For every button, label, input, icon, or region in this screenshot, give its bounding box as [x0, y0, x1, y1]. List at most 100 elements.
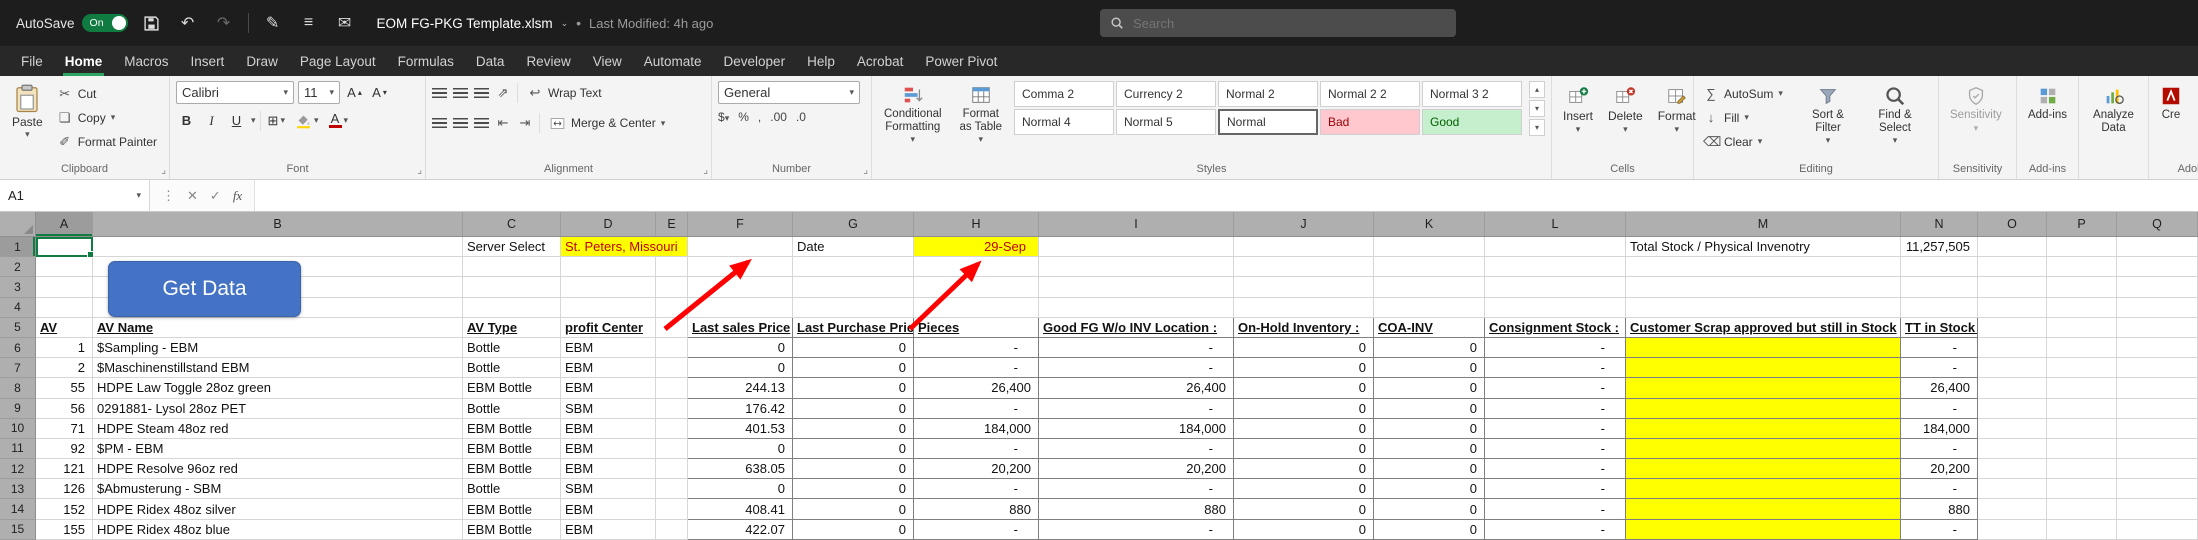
cell-P10[interactable]: [2047, 419, 2117, 439]
cell-N13[interactable]: -: [1901, 479, 1978, 499]
paste-button[interactable]: Paste ▾: [6, 81, 49, 142]
cell-N12[interactable]: 20,200: [1901, 459, 1978, 479]
cell-E11[interactable]: [656, 439, 688, 459]
cell-I11[interactable]: -: [1039, 439, 1234, 459]
cell-N6[interactable]: -: [1901, 338, 1978, 358]
cell-H13[interactable]: -: [914, 479, 1039, 499]
cell-G4[interactable]: [793, 298, 914, 318]
cell-J2[interactable]: [1234, 257, 1374, 277]
menu-tab-draw[interactable]: Draw: [235, 46, 289, 76]
row-header-3[interactable]: 3: [0, 277, 36, 297]
search-input[interactable]: [1133, 16, 1393, 31]
cell-H10[interactable]: 184,000: [914, 419, 1039, 439]
cell-I3[interactable]: [1039, 277, 1234, 297]
clear-button[interactable]: ⌫Clear▾: [1700, 131, 1792, 152]
cell-K1[interactable]: [1374, 237, 1485, 257]
cell-K2[interactable]: [1374, 257, 1485, 277]
cell-L9[interactable]: -: [1485, 399, 1626, 419]
cell-M7[interactable]: [1626, 358, 1901, 378]
column-header-Q[interactable]: Q: [2117, 212, 2198, 236]
cell-L2[interactable]: [1485, 257, 1626, 277]
cell-G15[interactable]: 0: [793, 520, 914, 540]
cell-A10[interactable]: 71: [36, 419, 93, 439]
cell-L10[interactable]: -: [1485, 419, 1626, 439]
formula-input[interactable]: [255, 180, 2198, 211]
cell-J10[interactable]: 0: [1234, 419, 1374, 439]
cell-F8[interactable]: 244.13: [688, 378, 793, 398]
menu-tab-developer[interactable]: Developer: [713, 46, 797, 76]
row-header-1[interactable]: 1: [0, 237, 36, 257]
cell-P14[interactable]: [2047, 499, 2117, 519]
cell-I10[interactable]: 184,000: [1039, 419, 1234, 439]
cell-D13[interactable]: SBM: [561, 479, 656, 499]
cell-L3[interactable]: [1485, 277, 1626, 297]
copy-button[interactable]: ❏Copy▾: [54, 107, 160, 128]
menu-tab-review[interactable]: Review: [515, 46, 581, 76]
cell-B5[interactable]: AV Name: [93, 318, 463, 338]
cell-C11[interactable]: EBM Bottle: [463, 439, 561, 459]
cell-D14[interactable]: EBM: [561, 499, 656, 519]
cell-H9[interactable]: -: [914, 399, 1039, 419]
cell-K10[interactable]: 0: [1374, 419, 1485, 439]
cell-J13[interactable]: 0: [1234, 479, 1374, 499]
decrease-indent-icon[interactable]: ⇤: [495, 115, 511, 131]
column-header-K[interactable]: K: [1374, 212, 1485, 236]
cell-L13[interactable]: -: [1485, 479, 1626, 499]
column-header-O[interactable]: O: [1978, 212, 2047, 236]
merge-center-button[interactable]: Merge & Center▾: [546, 113, 668, 134]
style-normal-4[interactable]: Normal 4: [1014, 109, 1114, 135]
autosave-switch[interactable]: On: [82, 14, 128, 32]
align-top-icon[interactable]: [432, 88, 447, 99]
cell-N3[interactable]: [1901, 277, 1978, 297]
cell-D12[interactable]: EBM: [561, 459, 656, 479]
cell-E10[interactable]: [656, 419, 688, 439]
cell-H12[interactable]: 20,200: [914, 459, 1039, 479]
cell-K5[interactable]: COA-INV: [1374, 318, 1485, 338]
cell-H11[interactable]: -: [914, 439, 1039, 459]
cell-A12[interactable]: 121: [36, 459, 93, 479]
cell-G12[interactable]: 0: [793, 459, 914, 479]
cancel-icon[interactable]: ✕: [187, 188, 198, 204]
borders-button[interactable]: ⊞▾: [265, 110, 288, 131]
cell-E14[interactable]: [656, 499, 688, 519]
cell-Q2[interactable]: [2117, 257, 2198, 277]
cell-C15[interactable]: EBM Bottle: [463, 520, 561, 540]
redo-icon[interactable]: ↷: [212, 11, 236, 35]
menu-tab-macros[interactable]: Macros: [113, 46, 179, 76]
insert-function-icon[interactable]: fx: [233, 188, 242, 204]
cell-I14[interactable]: 880: [1039, 499, 1234, 519]
cell-F12[interactable]: 638.05: [688, 459, 793, 479]
cell-N14[interactable]: 880: [1901, 499, 1978, 519]
cell-N2[interactable]: [1901, 257, 1978, 277]
fill-color-button[interactable]: ▾: [292, 110, 322, 131]
orientation-icon[interactable]: ⇗: [495, 85, 511, 101]
cell-F9[interactable]: 176.42: [688, 399, 793, 419]
mail-icon[interactable]: ✉: [333, 11, 357, 35]
cell-P4[interactable]: [2047, 298, 2117, 318]
row-header-10[interactable]: 10: [0, 419, 36, 439]
cell-G2[interactable]: [793, 257, 914, 277]
cell-A9[interactable]: 56: [36, 399, 93, 419]
cell-L14[interactable]: -: [1485, 499, 1626, 519]
pen-icon[interactable]: ✎: [261, 11, 285, 35]
cell-Q15[interactable]: [2117, 520, 2198, 540]
cell-M5[interactable]: Customer Scrap approved but still in Sto…: [1626, 318, 1901, 338]
cell-A13[interactable]: 126: [36, 479, 93, 499]
format-as-table-button[interactable]: Format as Table ▾: [953, 81, 1009, 147]
cell-J15[interactable]: 0: [1234, 520, 1374, 540]
cell-N10[interactable]: 184,000: [1901, 419, 1978, 439]
cell-I13[interactable]: -: [1039, 479, 1234, 499]
cell-C8[interactable]: EBM Bottle: [463, 378, 561, 398]
autosum-button[interactable]: ∑AutoSum▾: [1700, 83, 1792, 104]
menu-tab-insert[interactable]: Insert: [180, 46, 236, 76]
align-right-icon[interactable]: [474, 118, 489, 129]
cell-D1[interactable]: St. Peters, Missouri: [561, 237, 688, 257]
cell-J6[interactable]: 0: [1234, 338, 1374, 358]
sort-filter-button[interactable]: Sort & Filter▾: [1797, 81, 1859, 149]
cell-F1[interactable]: [688, 237, 793, 257]
cell-B11[interactable]: $PM - EBM: [93, 439, 463, 459]
cell-O2[interactable]: [1978, 257, 2047, 277]
cell-G1[interactable]: Date: [793, 237, 914, 257]
cell-N9[interactable]: -: [1901, 399, 1978, 419]
list-icon[interactable]: ≡: [297, 11, 321, 35]
